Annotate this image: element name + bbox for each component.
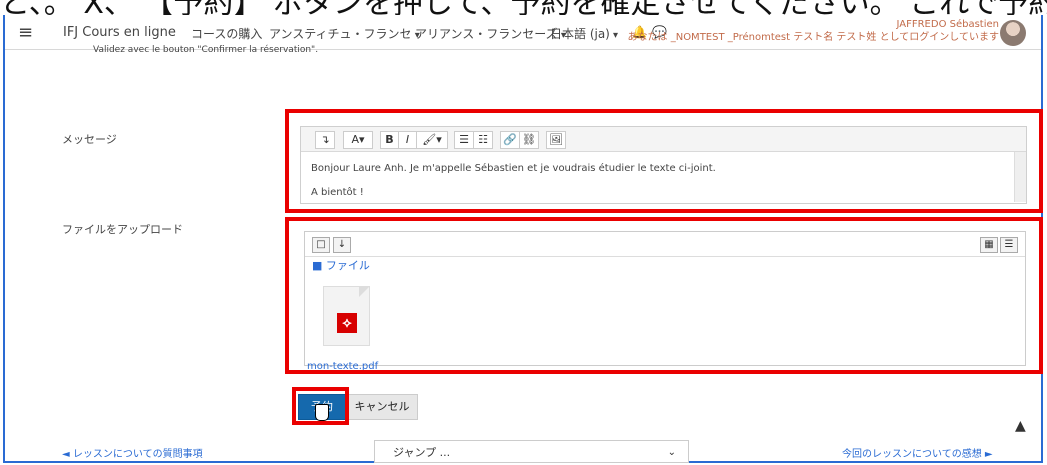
avatar[interactable] (1000, 20, 1026, 46)
site-brand[interactable]: IFJ Cours en ligne (63, 25, 176, 40)
login-status: あなたは _NOMTEST _Prénomtest テスト名 テスト姓 としてロ… (627, 32, 999, 43)
instruction-text: Validez avec le bouton "Confirmer la rés… (93, 45, 319, 55)
menu-icon[interactable]: ≡ (18, 22, 33, 43)
previous-lesson-link[interactable]: ◄ レッスンについての質問事項 (62, 445, 203, 460)
message-label: メッセージ (62, 133, 117, 146)
user-info[interactable]: JAFFREDO Sébastien あなたは _NOMTEST _Prénom… (628, 18, 999, 44)
cancel-button[interactable]: キャンセル (346, 394, 418, 420)
language-menu[interactable]: 日本語 (ja) (550, 25, 618, 42)
upload-highlight-box (285, 217, 1043, 374)
nav-item-institut[interactable]: アンスティチュ・フランセ (269, 25, 420, 42)
jump-select[interactable]: ジャンプ ... ⌄ (374, 440, 689, 463)
nav-item-alliance[interactable]: アリアンス・フランセーズ (415, 25, 566, 42)
scroll-up-icon[interactable]: ▲ (1015, 418, 1026, 434)
mouse-cursor-icon (315, 404, 329, 421)
select-chevron-icon: ⌄ (667, 447, 676, 458)
jump-select-value: ジャンプ ... (393, 446, 451, 459)
upload-label: ファイルをアップロード (62, 223, 183, 236)
next-lesson-link[interactable]: 今回のレッスンについての感想 ► (842, 445, 993, 460)
user-name: JAFFREDO Sébastien (896, 19, 999, 30)
message-highlight-box (285, 109, 1043, 213)
nav-item-purchase[interactable]: コースの購入 (191, 25, 262, 42)
